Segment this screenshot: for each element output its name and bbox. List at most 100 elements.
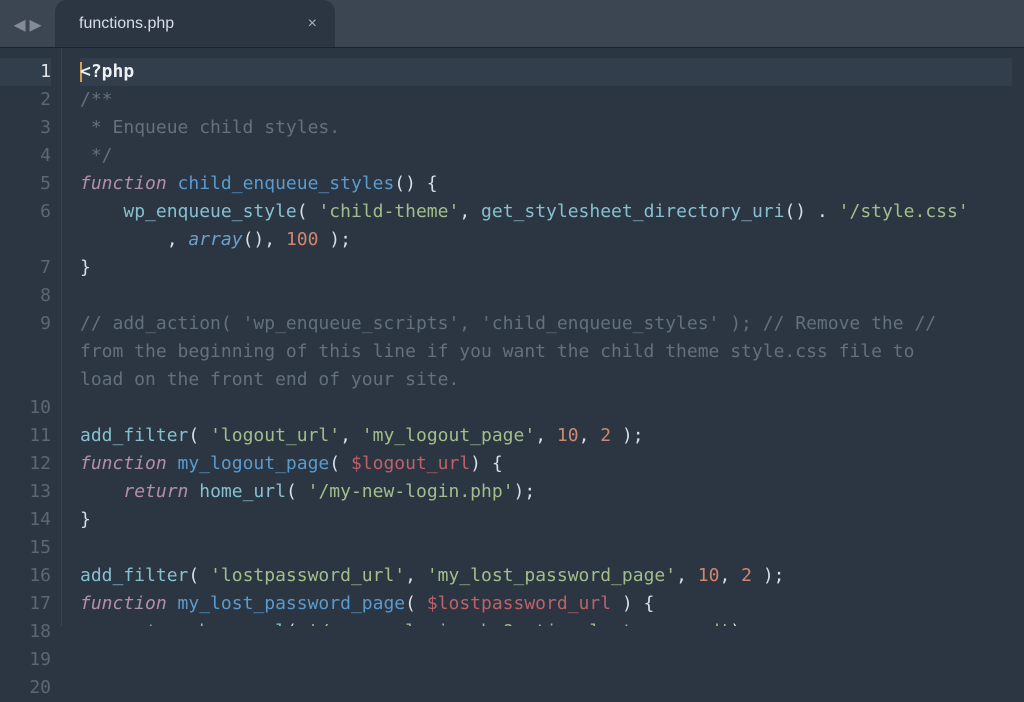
code-line: wp_enqueue_style( 'child-theme', get_sty… [80,198,1012,226]
code-line: function my_lost_password_page( $lostpas… [80,590,1012,618]
code-token: 'lostpassword_url' [210,565,405,586]
code-token: ); [752,565,785,586]
code-token: load on the front end of your site. [80,369,459,390]
code-line: * Enqueue child styles. [80,114,1012,142]
code-token: function [80,593,167,614]
code-token [188,621,199,626]
code-line: return home_url( '/my-new-login.php?acti… [80,618,1012,626]
code-line: from the beginning of this line if you w… [80,338,1012,366]
code-token: , [719,565,741,586]
code-token: ( [188,425,210,446]
code-content[interactable]: <?php /** * Enqueue child styles. */ funct… [62,48,1024,626]
code-token: $logout_url [351,453,470,474]
line-number: 3 [0,114,51,142]
line-number: 1 [0,58,51,86]
code-token: } [80,257,91,278]
code-token [188,481,199,502]
code-line [80,394,1012,422]
code-token: return [123,621,188,626]
editor-area: 1234567891011121314151617181920 <?php/**… [0,48,1024,626]
code-token [80,621,123,626]
line-number: 9 [0,310,51,338]
line-number: 8 [0,282,51,310]
line-number: 13 [0,478,51,506]
code-token: my_lost_password_page [178,593,406,614]
code-line: return home_url( '/my-new-login.php'); [80,478,1012,506]
code-token: ( [188,565,210,586]
code-token: return [123,481,188,502]
code-token: 'logout_url' [210,425,340,446]
line-number [0,366,51,394]
line-number: 4 [0,142,51,170]
code-token: * Enqueue child styles. [80,117,340,138]
code-line: function child_enqueue_styles() { [80,170,1012,198]
code-token: 'child-theme' [318,201,459,222]
nav-back-icon[interactable]: ◀ [13,12,25,36]
code-line: } [80,506,1012,534]
nav-forward-icon[interactable]: ▶ [30,12,42,36]
code-token: '/style.css' [839,201,969,222]
code-token: /** [80,89,113,110]
code-token: function [80,453,167,474]
line-number: 18 [0,618,51,646]
code-line: function my_logout_page( $logout_url) { [80,450,1012,478]
code-token: child_enqueue_styles [178,173,395,194]
line-number: 6 [0,198,51,226]
line-number: 14 [0,506,51,534]
line-number: 5 [0,170,51,198]
code-token [167,593,178,614]
line-number: 12 [0,450,51,478]
code-token: */ [80,145,113,166]
code-token: 2 [741,565,752,586]
code-token: 2 [600,425,611,446]
code-token: (), [243,229,286,250]
line-number [0,226,51,254]
code-token: home_url [199,481,286,502]
line-number: 2 [0,86,51,114]
close-icon[interactable]: × [308,15,317,33]
code-token: my_logout_page [178,453,330,474]
code-line [80,534,1012,562]
code-token: ) { [611,593,654,614]
code-token: ) { [470,453,503,474]
code-token: () . [784,201,838,222]
code-line [80,282,1012,310]
code-token: ( [329,453,351,474]
code-token: ); [730,621,752,626]
code-token: add_filter [80,565,188,586]
code-token: ( [286,481,308,502]
code-token: array [188,229,242,250]
code-token: 10 [698,565,720,586]
code-line: , array(), 100 ); [80,226,1012,254]
code-token: , [579,425,601,446]
code-token: '/my-new-login.php' [308,481,514,502]
code-token: from the beginning of this line if you w… [80,341,925,362]
code-token [80,201,123,222]
code-token: ); [611,425,644,446]
line-number: 7 [0,254,51,282]
code-token: 'my_logout_page' [362,425,535,446]
line-number: 16 [0,562,51,590]
code-token: , [80,229,188,250]
code-token: get_stylesheet_directory_uri [481,201,784,222]
code-token: 'my_lost_password_page' [427,565,676,586]
code-token: wp_enqueue_style [123,201,296,222]
tab-active[interactable]: functions.php × [55,0,335,47]
code-line: add_filter( 'logout_url', 'my_logout_pag… [80,422,1012,450]
line-number-gutter: 1234567891011121314151617181920 [0,48,62,626]
tab-bar: ◀ ▶ functions.php × [0,0,1024,48]
code-token: <?php [80,61,134,82]
line-number: 17 [0,590,51,618]
line-number: 19 [0,646,51,674]
line-number [0,338,51,366]
code-token: , [340,425,362,446]
code-token: $lostpassword_url [427,593,611,614]
code-token: '/my-new-login.php?action=lostpassword' [308,621,731,626]
code-line: add_filter( 'lostpassword_url', 'my_lost… [80,562,1012,590]
line-number: 20 [0,674,51,702]
tab-title: functions.php [79,15,174,33]
code-token: ( [297,201,319,222]
code-token: () { [394,173,437,194]
line-number: 10 [0,394,51,422]
code-token: , [459,201,481,222]
